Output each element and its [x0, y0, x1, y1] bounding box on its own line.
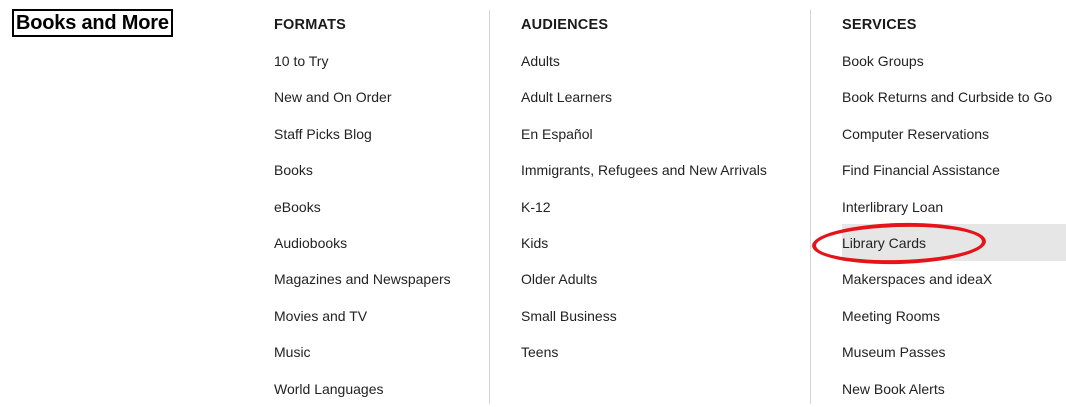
menu-item-label: En Español	[521, 125, 593, 142]
menu-item-book-returns[interactable]: Book Returns and Curbside to Go	[842, 79, 1066, 115]
menu-item-label: World Languages	[274, 380, 384, 397]
menu-item-label: Makerspaces and ideaX	[842, 271, 993, 288]
menu-item-library-cards[interactable]: Library Cards	[842, 225, 1066, 261]
column-divider	[489, 10, 490, 404]
menu-item-k-12[interactable]: K-12	[521, 189, 809, 225]
formats-heading: FORMATS	[274, 17, 347, 33]
menu-item-older-adults[interactable]: Older Adults	[521, 261, 809, 297]
menu-item-new-and-on-order[interactable]: New and On Order	[274, 79, 488, 115]
formats-column: FORMATS 10 to Try New and On Order Staff…	[274, 0, 488, 404]
menu-item-adult-learners[interactable]: Adult Learners	[521, 79, 809, 115]
menu-item-teens[interactable]: Teens	[521, 334, 809, 370]
menu-item-label: Books	[274, 162, 313, 179]
menu-item-meeting-rooms[interactable]: Meeting Rooms	[842, 298, 1066, 334]
menu-item-10-to-try[interactable]: 10 to Try	[274, 43, 488, 79]
audiences-list: Adults Adult Learners En Español Immigra…	[521, 43, 809, 371]
menu-item-label: Audiobooks	[274, 234, 348, 251]
menu-item-small-business[interactable]: Small Business	[521, 298, 809, 334]
menu-item-label: Book Groups	[842, 53, 924, 69]
menu-item-interlibrary-loan[interactable]: Interlibrary Loan	[842, 189, 1066, 225]
menu-item-label: New Book Alerts	[842, 380, 945, 397]
menu-item-book-groups[interactable]: Book Groups	[842, 43, 1066, 79]
menu-item-new-book-alerts[interactable]: New Book Alerts	[842, 371, 1066, 407]
column-divider	[810, 10, 811, 404]
menu-item-adults[interactable]: Adults	[521, 43, 809, 79]
menu-item-museum-passes[interactable]: Museum Passes	[842, 334, 1066, 370]
menu-item-audiobooks[interactable]: Audiobooks	[274, 225, 488, 261]
menu-title[interactable]: Books and More	[12, 9, 173, 37]
menu-item-en-espanol[interactable]: En Español	[521, 116, 809, 152]
menu-item-ebooks[interactable]: eBooks	[274, 189, 488, 225]
menu-item-makerspaces[interactable]: Makerspaces and ideaX	[842, 261, 1066, 297]
menu-item-label: Small Business	[521, 307, 617, 324]
menu-item-label: Meeting Rooms	[842, 307, 941, 324]
menu-item-immigrants-refugees[interactable]: Immigrants, Refugees and New Arrivals	[521, 152, 809, 188]
menu-item-label: Older Adults	[521, 271, 598, 288]
services-column: SERVICES Book Groups Book Returns and Cu…	[842, 0, 1066, 404]
menu-item-label: Library Cards	[842, 234, 927, 251]
menu-item-label: New and On Order	[274, 89, 392, 106]
menu-item-label: Immigrants, Refugees and New Arrivals	[521, 162, 767, 179]
menu-item-label: Adult Learners	[521, 89, 613, 106]
menu-item-label: eBooks	[274, 198, 321, 215]
menu-item-kids[interactable]: Kids	[521, 225, 809, 261]
menu-item-staff-picks-blog[interactable]: Staff Picks Blog	[274, 116, 488, 152]
menu-item-label: Computer Reservations	[842, 125, 990, 142]
menu-item-find-financial-assistance[interactable]: Find Financial Assistance	[842, 152, 1066, 188]
formats-list: 10 to Try New and On Order Staff Picks B…	[274, 43, 488, 407]
menu-item-label: Music	[274, 344, 311, 361]
menu-item-magazines-and-newspapers[interactable]: Magazines and Newspapers	[274, 261, 488, 297]
menu-item-movies-and-tv[interactable]: Movies and TV	[274, 298, 488, 334]
audiences-heading: AUDIENCES	[521, 17, 609, 33]
menu-item-computer-reservations[interactable]: Computer Reservations	[842, 116, 1066, 152]
menu-item-label: Find Financial Assistance	[842, 162, 1000, 179]
menu-item-label: Kids	[521, 234, 549, 251]
menu-item-label: Teens	[521, 344, 559, 361]
menu-item-label: Book Returns and Curbside to Go	[842, 89, 1053, 106]
services-heading: SERVICES	[842, 17, 917, 33]
menu-item-label: 10 to Try	[274, 53, 329, 69]
menu-item-world-languages[interactable]: World Languages	[274, 371, 488, 407]
menu-item-label: Magazines and Newspapers	[274, 271, 451, 288]
services-list: Book Groups Book Returns and Curbside to…	[842, 43, 1066, 407]
menu-item-label: Museum Passes	[842, 344, 946, 361]
menu-item-label: K-12	[521, 198, 551, 215]
audiences-column: AUDIENCES Adults Adult Learners En Españ…	[521, 0, 809, 404]
menu-item-books[interactable]: Books	[274, 152, 488, 188]
menu-item-music[interactable]: Music	[274, 334, 488, 370]
menu-item-label: Interlibrary Loan	[842, 198, 944, 215]
menu-item-label: Staff Picks Blog	[274, 125, 372, 142]
menu-item-label: Movies and TV	[274, 307, 368, 324]
menu-item-label: Adults	[521, 53, 560, 69]
